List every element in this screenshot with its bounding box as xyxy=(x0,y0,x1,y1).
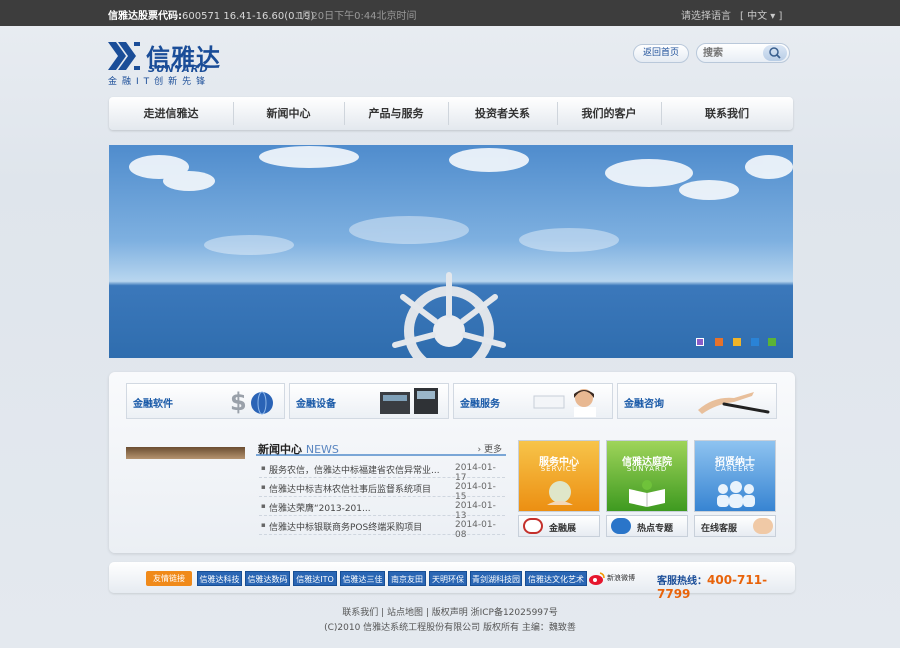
language-label: 请选择语言 xyxy=(681,11,731,22)
category-financial-services[interactable]: 金融服务 xyxy=(453,383,613,419)
exhibition-button[interactable]: 金融展 xyxy=(518,515,600,537)
nav-item-clients[interactable]: 我们的客户 xyxy=(557,97,661,130)
stock-ticker: 信雅达股票代码:600571 16.41-16.60(0.19) xyxy=(108,7,314,22)
online-support-label: 在线客服 xyxy=(701,524,738,534)
online-support-button[interactable]: 在线客服 xyxy=(694,515,776,537)
footer-links[interactable]: 联系我们 | 站点地图 | 版权声明 浙ICP备12025997号 xyxy=(0,606,900,621)
news-item[interactable]: ▪ 信雅达中标银联商务POS终端采购项目 2014-01-08 xyxy=(259,516,505,540)
globe-hand-icon xyxy=(547,481,573,505)
hero-banner[interactable] xyxy=(109,145,793,358)
footer-copyright: (C)2010 信雅达系统工程股份有限公司 版权所有 主编：魏致善 xyxy=(324,623,576,633)
tile-service-center[interactable]: 服务中心 SERVICE xyxy=(518,440,600,512)
bullet-icon: ▪ xyxy=(261,464,266,472)
news-item-date: 2014-01-08 xyxy=(455,520,496,540)
category-label: 金融服务 xyxy=(460,399,500,410)
news-list: ▪ 服务农信，信雅达中标福建省农信异常业... 2014-01-17 ▪ 信雅达中标吉… xyxy=(259,459,505,540)
nav-item-products[interactable]: 产品与服务 xyxy=(344,97,448,130)
news-header: 新闻中心 NEWS › 更多 xyxy=(256,440,506,456)
news-title: 新闻中心 NEWS xyxy=(258,441,339,457)
friend-link[interactable]: 信雅达ITO xyxy=(293,571,337,586)
hot-topic-icon xyxy=(611,518,631,534)
bullet-icon: ▪ xyxy=(261,521,266,529)
pen-icon xyxy=(698,392,770,414)
exhibition-icon xyxy=(523,518,543,534)
slide-dot[interactable] xyxy=(696,338,704,346)
news-more-link[interactable]: › 更多 xyxy=(478,442,502,455)
news-item[interactable]: ▪ 信雅达荣膺“2013-201... 2014-01-13 xyxy=(259,497,505,521)
friend-link[interactable]: 青剑湖科技园 xyxy=(470,571,522,586)
category-financial-consulting[interactable]: 金融咨询 xyxy=(617,383,777,419)
sunyard-logo-mark-icon xyxy=(108,42,140,70)
news-item-title: 服务农信，信雅达中标福建省农信异常业... xyxy=(269,466,440,476)
logo-slogan: 金融IT创新先锋 xyxy=(108,77,211,87)
slide-dot[interactable] xyxy=(733,338,741,346)
bullet-icon: ▪ xyxy=(261,502,266,510)
slide-dot[interactable] xyxy=(715,338,723,346)
category-label: 金融设备 xyxy=(296,399,336,410)
news-more-label: 更多 xyxy=(483,445,502,455)
weibo-icon xyxy=(589,572,605,585)
tile-subtitle: SUNYARD xyxy=(626,465,668,473)
friend-link[interactable]: 信雅达三佳 xyxy=(340,571,385,586)
stock-label: 信雅达股票代码: xyxy=(108,11,182,22)
news-title-en: NEWS xyxy=(305,443,339,456)
nav-item-contact[interactable]: 联系我们 xyxy=(661,97,793,130)
friend-link[interactable]: 信雅达数码 xyxy=(245,571,290,586)
tile-subtitle: SERVICE xyxy=(540,465,578,473)
beijing-time: 1月20日下午0:44北京时间 xyxy=(295,11,417,22)
category-financial-equipment[interactable]: 金融设备 xyxy=(289,383,449,419)
bullet-icon: ▪ xyxy=(261,483,266,491)
search-box xyxy=(696,43,790,63)
hotline-label: 客服热线： xyxy=(657,576,707,587)
friend-link[interactable]: 信雅达文化艺术 xyxy=(525,571,587,586)
customer-service-icon xyxy=(753,518,773,534)
content-panel: 金融软件 $ 金融设备 金融服务 金融咨询 新闻中心 NEWS › 更多 ▪ 服务 xyxy=(109,372,795,553)
friend-links-tag: 友情链接 xyxy=(146,571,192,586)
friend-links-bar: 友情链接 信雅达科技 信雅达数码 信雅达ITO 信雅达三佳 南京友田 天明环保 … xyxy=(109,562,795,601)
news-item[interactable]: ▪ 服务农信，信雅达中标福建省农信异常业... 2014-01-17 xyxy=(259,459,505,483)
sky-sea-helm-image xyxy=(129,146,793,358)
category-label: 金融软件 xyxy=(133,399,173,410)
tile-subtitle: CAREERS xyxy=(715,465,755,473)
news-title-cn: 新闻中心 xyxy=(258,443,302,456)
people-icon xyxy=(717,481,755,508)
exhibition-label: 金融展 xyxy=(549,524,577,534)
site-logo[interactable]: 信雅达 SUNYARD 金融IT创新先锋 xyxy=(108,40,228,87)
tile-sunyard-courtyard[interactable]: 信雅达庭院 SUNYARD xyxy=(606,440,688,512)
category-label: 金融咨询 xyxy=(624,399,664,410)
nav-item-news[interactable]: 新闻中心 xyxy=(233,97,344,130)
news-item-title: 信雅达中标银联商务POS终端采购项目 xyxy=(269,523,423,533)
search-button[interactable] xyxy=(763,45,787,61)
dollar-globe-icon: $ xyxy=(230,388,273,416)
slide-dot[interactable] xyxy=(751,338,759,346)
friend-link[interactable]: 天明环保 xyxy=(429,571,467,586)
tile-careers[interactable]: 招贤纳士 CAREERS xyxy=(694,440,776,512)
svg-text:$: $ xyxy=(230,388,247,416)
service-woman-icon xyxy=(533,389,596,417)
open-book-icon xyxy=(629,480,665,507)
news-thumbnail[interactable] xyxy=(126,447,245,459)
nav-item-investors[interactable]: 投资者关系 xyxy=(448,97,557,130)
friend-link[interactable]: 南京友田 xyxy=(388,571,426,586)
footer: 联系我们 | 站点地图 | 版权声明 浙ICP备12025997号 (C)201… xyxy=(0,606,900,636)
news-item-title: 信雅达荣膺“2013-201... xyxy=(269,504,371,514)
language-select[interactable]: [ 中文 ▾ ] xyxy=(740,7,782,22)
top-bar: 信雅达股票代码:600571 16.41-16.60(0.19) 1月20日下午… xyxy=(0,0,900,26)
weibo-label: 新浪微博 xyxy=(607,574,635,582)
nav-item-about[interactable]: 走进信雅达 xyxy=(109,97,233,130)
main-nav: 走进信雅达 新闻中心 产品与服务 投资者关系 我们的客户 联系我们 xyxy=(109,97,793,130)
hot-topic-label: 热点专题 xyxy=(637,524,674,534)
pos-terminal-icon xyxy=(380,388,438,414)
search-input[interactable] xyxy=(703,46,763,61)
search-icon xyxy=(769,47,781,59)
news-item-title: 信雅达中标吉林农信社事后监督系统项目 xyxy=(269,485,432,495)
hot-topic-button[interactable]: 热点专题 xyxy=(606,515,688,537)
weibo-link[interactable]: 新浪微博 xyxy=(589,570,635,588)
news-item[interactable]: ▪ 信雅达中标吉林农信社事后监督系统项目 2014-01-15 xyxy=(259,478,505,502)
slide-dot[interactable] xyxy=(768,338,776,346)
friend-link[interactable]: 信雅达科技 xyxy=(197,571,242,586)
home-button[interactable]: 返回首页 xyxy=(633,44,689,63)
category-financial-software[interactable]: 金融软件 $ xyxy=(126,383,285,419)
hotline: 客服热线：400-711-7799 xyxy=(657,572,795,601)
